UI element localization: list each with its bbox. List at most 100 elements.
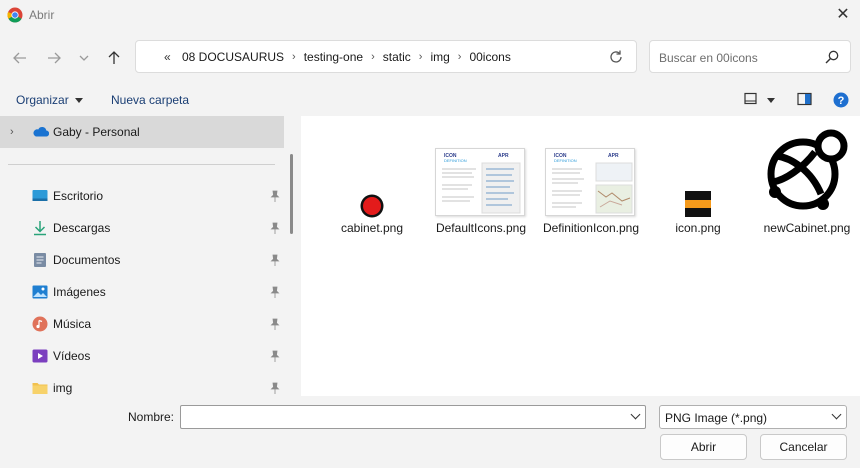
arrow-right-icon (48, 52, 61, 64)
sidebar-item-documentos[interactable]: Documentos (0, 247, 284, 275)
arrow-left-icon (13, 52, 26, 64)
file-item[interactable]: ICON DEFINITION APR DefaultIcons.png (429, 144, 533, 244)
breadcrumb-separator-icon[interactable]: › (458, 51, 462, 63)
expand-chevron-icon[interactable]: › (10, 126, 14, 138)
file-item[interactable]: icon.png (657, 184, 739, 244)
sidebar-item-label: Descargas (53, 221, 111, 235)
breadcrumb-overflow[interactable]: « (164, 50, 171, 64)
address-bar[interactable]: « 08 DOCUSAURUS › testing-one › static ›… (135, 40, 637, 73)
up-button[interactable] (102, 46, 126, 70)
organize-menu[interactable]: Organizar (16, 93, 83, 107)
file-name: cabinet.png (340, 221, 404, 235)
file-name: newCabinet.png (763, 221, 851, 235)
filename-label: Nombre: (128, 410, 175, 424)
window-title: Abrir (29, 8, 55, 22)
file-name: DefaultIcons.png (435, 221, 527, 235)
file-list: cabinet.png ICON DEFINITION APR DefaultI… (301, 116, 860, 396)
new-folder-label: Nueva carpeta (111, 93, 190, 107)
sidebar-item-label: Escritorio (53, 189, 104, 203)
chevron-down-icon (831, 409, 842, 420)
download-icon (34, 221, 46, 236)
title-bar: Abrir ✕ (0, 0, 860, 30)
pictures-icon (32, 285, 48, 299)
sidebar-item-musica[interactable]: Música (0, 311, 284, 339)
file-name: icon.png (675, 221, 721, 235)
organize-label: Organizar (16, 93, 69, 107)
document-preview-icon: ICON DEFINITION APR (436, 149, 524, 215)
arrow-up-icon (108, 51, 120, 64)
svg-text:?: ? (838, 95, 845, 107)
sidebar-item-label: Documentos (53, 253, 121, 267)
breadcrumb-separator-icon[interactable]: › (419, 51, 423, 63)
close-button[interactable]: ✕ (832, 4, 854, 26)
open-button[interactable]: Abrir (660, 434, 747, 460)
svg-text:DEFINITION: DEFINITION (554, 158, 577, 163)
file-thumbnail (761, 126, 853, 218)
sidebar-item-videos[interactable]: Vídeos (0, 343, 284, 371)
search-input[interactable]: Buscar en 00icons (649, 40, 851, 73)
file-name: DefinitionIcon.png (542, 221, 640, 235)
dialog-footer: Nombre: PNG Image (*.png) Abrir Cancelar (0, 396, 860, 468)
sidebar-item-imagenes[interactable]: Imágenes (0, 279, 284, 307)
file-thumbnail (685, 191, 711, 217)
chrome-icon (7, 7, 23, 23)
sidebar-item-descargas[interactable]: Descargas (0, 215, 284, 243)
videos-icon (32, 349, 48, 363)
pin-icon[interactable] (270, 286, 280, 298)
sidebar-item-label: Música (53, 317, 92, 331)
new-folder-button[interactable]: Nueva carpeta (111, 93, 189, 107)
pin-icon[interactable] (270, 318, 280, 330)
file-thumbnail: ICON DEFINITION APR (545, 148, 635, 216)
view-options-icon[interactable] (744, 92, 760, 106)
forward-button[interactable] (42, 46, 66, 70)
breadcrumb-item[interactable]: 08 DOCUSAURUS (182, 50, 284, 64)
desktop-icon (32, 190, 48, 201)
documents-icon (34, 253, 46, 267)
file-item[interactable]: ICON DEFINITION APR DefinitionIcon.png (539, 144, 643, 254)
onedrive-icon (33, 126, 49, 137)
pin-icon[interactable] (270, 350, 280, 362)
navigation-pane: › Gaby - Personal Escritorio Descargas D… (0, 116, 301, 396)
pin-icon[interactable] (270, 222, 280, 234)
back-button[interactable] (8, 46, 32, 70)
sidebar-item-label: Gaby - Personal (53, 125, 140, 139)
pin-icon[interactable] (270, 254, 280, 266)
chevron-down-icon (79, 55, 89, 61)
filename-field[interactable] (180, 405, 646, 429)
search-icon (825, 50, 839, 64)
breadcrumb-item[interactable]: testing-one (304, 50, 363, 64)
cancel-button[interactable]: Cancelar (760, 434, 847, 460)
search-placeholder: Buscar en 00icons (659, 51, 758, 65)
sidebar-item-label: img (53, 381, 73, 395)
preview-pane-icon[interactable] (797, 92, 813, 106)
sidebar-scrollbar[interactable] (290, 154, 293, 234)
file-thumbnail: ICON DEFINITION APR (435, 148, 525, 216)
music-icon (32, 316, 48, 332)
help-icon[interactable]: ? (833, 92, 849, 108)
file-type-value: PNG Image (*.png) (665, 411, 768, 425)
divider (8, 164, 275, 165)
svg-text:APR: APR (498, 153, 509, 159)
refresh-icon[interactable] (607, 48, 625, 66)
sidebar-item-onedrive[interactable]: › Gaby - Personal (0, 116, 284, 148)
view-dropdown-icon[interactable] (767, 98, 775, 103)
breadcrumb-item[interactable]: 00icons (469, 50, 510, 64)
breadcrumb-item[interactable]: static (383, 50, 411, 64)
breadcrumb-separator-icon[interactable]: › (292, 51, 296, 63)
file-type-select[interactable]: PNG Image (*.png) (659, 405, 847, 429)
sidebar-item-label: Imágenes (53, 285, 106, 299)
file-item[interactable]: newCabinet.png (755, 124, 859, 244)
sidebar-item-escritorio[interactable]: Escritorio (0, 183, 284, 211)
sidebar-item-label: Vídeos (53, 349, 91, 363)
chevron-down-icon[interactable] (630, 409, 641, 420)
caret-down-icon (74, 98, 83, 104)
svg-text:APR: APR (608, 153, 619, 159)
pin-icon[interactable] (270, 190, 280, 202)
breadcrumb-item[interactable]: img (430, 50, 449, 64)
breadcrumb-separator-icon[interactable]: › (371, 51, 375, 63)
file-item[interactable]: cabinet.png (331, 184, 413, 244)
recent-locations-button[interactable] (72, 46, 96, 70)
pin-icon[interactable] (270, 382, 280, 394)
breadcrumb: 08 DOCUSAURUS › testing-one › static › i… (182, 50, 511, 64)
folder-icon (32, 383, 48, 394)
